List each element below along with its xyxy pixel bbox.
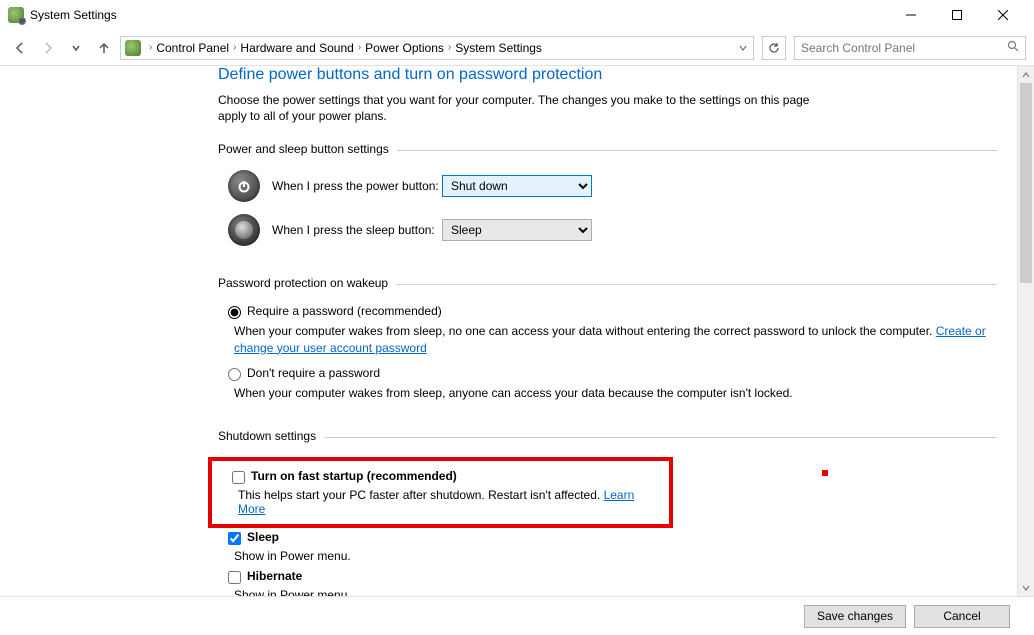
highlight-fast-startup: Turn on fast startup (recommended) This …: [208, 457, 673, 528]
sleep-check-label: Sleep: [247, 530, 279, 544]
refresh-button[interactable]: [762, 36, 786, 60]
no-password-label: Don't require a password: [247, 366, 380, 380]
main-content: Define power buttons and turn on passwor…: [0, 66, 1017, 596]
search-icon: [1007, 40, 1019, 55]
recent-dropdown[interactable]: [64, 36, 88, 60]
hibernate-checkbox[interactable]: [228, 571, 241, 584]
breadcrumb-item[interactable]: Hardware and Sound: [240, 41, 353, 55]
require-password-desc: When your computer wakes from sleep, no …: [234, 323, 997, 355]
breadcrumb-item[interactable]: System Settings: [455, 41, 542, 55]
sleep-button-label: When I press the sleep button:: [272, 223, 442, 237]
window-controls: [888, 0, 1026, 30]
chevron-right-icon: ›: [448, 42, 451, 53]
power-icon: [228, 170, 260, 202]
page-heading: Define power buttons and turn on passwor…: [218, 66, 997, 84]
footer: Save changes Cancel: [0, 596, 1034, 635]
power-button-label: When I press the power button:: [272, 179, 442, 193]
chevron-right-icon: ›: [233, 42, 236, 53]
forward-button[interactable]: [36, 36, 60, 60]
scroll-up-icon[interactable]: [1018, 66, 1034, 83]
chevron-right-icon: ›: [149, 42, 152, 53]
fast-startup-desc: This helps start your PC faster after sh…: [238, 488, 659, 516]
scrollbar[interactable]: [1017, 66, 1034, 596]
scroll-down-icon[interactable]: [1018, 579, 1034, 596]
sleep-checkbox[interactable]: [228, 532, 241, 545]
power-button-select[interactable]: Shut down: [442, 175, 592, 197]
back-button[interactable]: [8, 36, 32, 60]
group-power-sleep: Power and sleep button settings When I p…: [218, 142, 997, 258]
chevron-right-icon: ›: [358, 42, 361, 53]
group-label: Shutdown settings: [218, 429, 324, 443]
sleep-icon: [228, 214, 260, 246]
up-button[interactable]: [92, 36, 116, 60]
titlebar: System Settings: [0, 0, 1034, 30]
group-label: Power and sleep button settings: [218, 142, 397, 156]
group-label: Password protection on wakeup: [218, 276, 396, 290]
group-shutdown: Shutdown settings Turn on fast startup (…: [218, 429, 997, 596]
group-password: Password protection on wakeup Require a …: [218, 276, 997, 411]
navbar: › Control Panel › Hardware and Sound › P…: [0, 30, 1034, 66]
breadcrumb[interactable]: › Control Panel › Hardware and Sound › P…: [120, 36, 754, 60]
breadcrumb-icon: [125, 40, 141, 56]
breadcrumb-item[interactable]: Power Options: [365, 41, 444, 55]
no-password-radio[interactable]: [228, 368, 241, 381]
page-description: Choose the power settings that you want …: [218, 92, 818, 124]
content-area: Define power buttons and turn on passwor…: [0, 66, 1034, 596]
require-password-label: Require a password (recommended): [247, 304, 442, 318]
chevron-down-icon[interactable]: [739, 44, 747, 52]
require-password-radio[interactable]: [228, 306, 241, 319]
minimize-button[interactable]: [888, 0, 934, 30]
app-icon: [8, 7, 24, 23]
close-button[interactable]: [980, 0, 1026, 30]
save-button[interactable]: Save changes: [804, 605, 906, 628]
cancel-button[interactable]: Cancel: [914, 605, 1010, 628]
fast-startup-label: Turn on fast startup (recommended): [251, 469, 457, 483]
hibernate-check-label: Hibernate: [247, 569, 302, 583]
maximize-button[interactable]: [934, 0, 980, 30]
scrollbar-thumb[interactable]: [1020, 83, 1032, 283]
search-box[interactable]: [794, 36, 1026, 60]
hibernate-check-desc: Show in Power menu.: [234, 588, 997, 596]
window-title: System Settings: [30, 8, 888, 22]
sleep-check-desc: Show in Power menu.: [234, 549, 997, 563]
breadcrumb-item[interactable]: Control Panel: [156, 41, 229, 55]
fast-startup-checkbox[interactable]: [232, 471, 245, 484]
search-input[interactable]: [801, 41, 1007, 55]
sleep-button-select[interactable]: Sleep: [442, 219, 592, 241]
no-password-desc: When your computer wakes from sleep, any…: [234, 385, 997, 401]
annotation-dot: [822, 470, 828, 476]
